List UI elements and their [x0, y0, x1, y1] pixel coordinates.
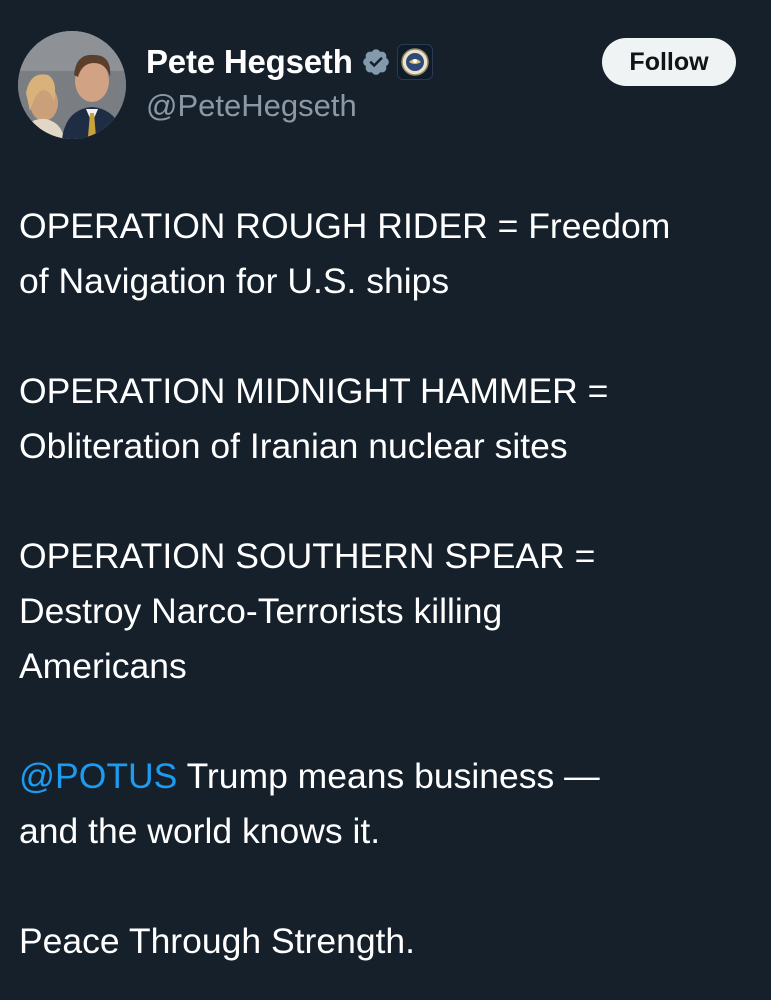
potus-mention-link[interactable]: @POTUS: [19, 756, 177, 796]
tweet-line: of Navigation for U.S. ships: [19, 261, 450, 301]
tweet-paragraph: @POTUS Trump means business — and the wo…: [19, 749, 754, 859]
tweet-line: Peace Through Strength.: [19, 921, 416, 961]
tweet-line: OPERATION MIDNIGHT HAMMER =: [19, 371, 609, 411]
tweet-card: Pete Hegseth @PeteHegseth Follow OPERATI…: [0, 0, 771, 1000]
tweet-text: OPERATION ROUGH RIDER = Freedom of Navig…: [19, 199, 754, 969]
tweet-paragraph: Peace Through Strength.: [19, 914, 754, 969]
tweet-line: OPERATION ROUGH RIDER = Freedom: [19, 206, 671, 246]
verified-checkmark-icon[interactable]: [361, 47, 391, 77]
tweet-line: Obliteration of Iranian nuclear sites: [19, 426, 568, 466]
display-name[interactable]: Pete Hegseth: [146, 43, 353, 81]
author-name-row: Pete Hegseth: [146, 40, 433, 84]
tweet-line: and the world knows it.: [19, 811, 381, 851]
tweet-line: Americans: [19, 646, 187, 686]
tweet-line: OPERATION SOUTHERN SPEAR =: [19, 536, 596, 576]
department-seal-icon[interactable]: [396, 44, 433, 80]
user-handle[interactable]: @PeteHegseth: [146, 88, 357, 124]
avatar[interactable]: [18, 31, 126, 139]
tweet-paragraph: OPERATION SOUTHERN SPEAR = Destroy Narco…: [19, 529, 754, 694]
tweet-line: Destroy Narco-Terrorists killing: [19, 591, 503, 631]
tweet-paragraph: OPERATION ROUGH RIDER = Freedom of Navig…: [19, 199, 754, 309]
avatar-photo: [18, 31, 126, 139]
tweet-paragraph: OPERATION MIDNIGHT HAMMER = Obliteration…: [19, 364, 754, 474]
tweet-line: Trump means business —: [177, 756, 600, 796]
follow-button[interactable]: Follow: [602, 38, 736, 86]
